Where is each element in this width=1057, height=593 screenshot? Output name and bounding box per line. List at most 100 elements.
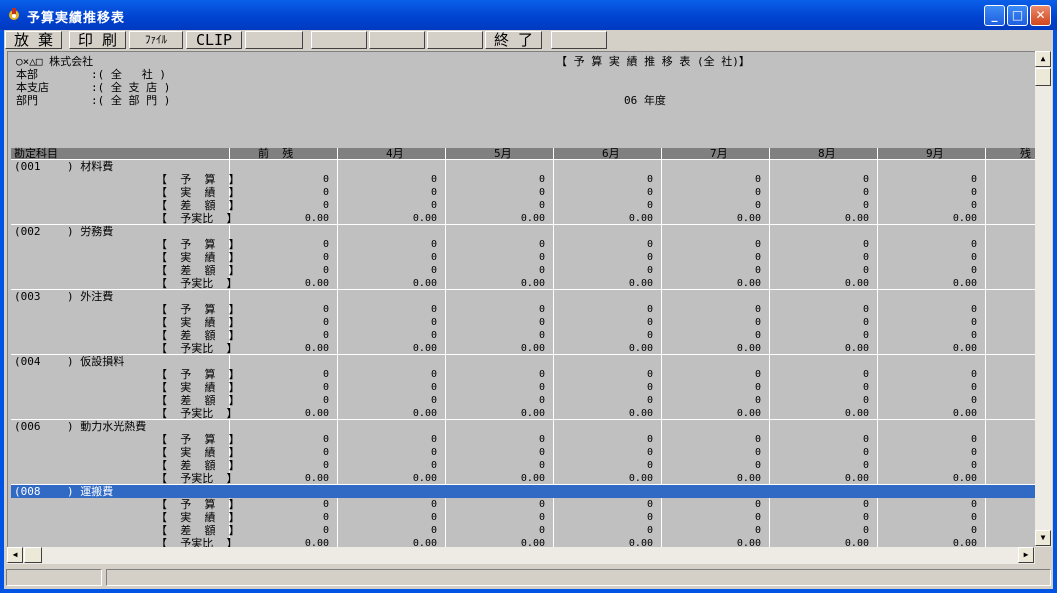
- table-cell: 0: [322, 499, 329, 510]
- table-cell: 0: [322, 434, 329, 445]
- account-row-2[interactable]: (003 ) 外注費: [14, 290, 113, 303]
- table-cell: 0: [538, 200, 545, 211]
- account-row-5[interactable]: (008 ) 運搬費: [14, 485, 113, 498]
- table-cell: 0: [970, 499, 977, 510]
- table-cell: 0: [862, 330, 869, 341]
- table-cell: 0: [646, 447, 653, 458]
- column-header-7: 9月: [926, 147, 944, 160]
- maximize-button[interactable]: □: [1007, 5, 1028, 26]
- row-divider: [11, 159, 1036, 160]
- table-cell: 0: [430, 460, 437, 471]
- minimize-icon: _: [991, 8, 998, 22]
- table-cell: 0: [862, 200, 869, 211]
- row-divider: [11, 484, 1036, 485]
- toolbar-empty-button-4[interactable]: [245, 31, 303, 49]
- table-cell: 0: [430, 252, 437, 263]
- table-cell: 0: [322, 395, 329, 406]
- table-cell: 0: [754, 330, 761, 341]
- table-cell: 0: [538, 317, 545, 328]
- row-divider: [11, 354, 1036, 355]
- toolbar-button-2[interactable]: ﾌｧｲﾙ: [129, 31, 183, 49]
- table-cell: 0: [970, 304, 977, 315]
- table-cell: 0: [970, 187, 977, 198]
- account-row-4[interactable]: (006 ) 動力水光熱費: [14, 420, 146, 433]
- table-cell: 0: [862, 382, 869, 393]
- column-header-0: 勘定科目: [14, 147, 58, 160]
- toolbar-button-0[interactable]: 放 棄: [5, 31, 62, 49]
- toolbar-empty-button-9[interactable]: [551, 31, 607, 49]
- column-header: 勘定科目 前 残 4月 5月 6月 7月 8月 9月 残: [11, 148, 1036, 159]
- column-header-1: 前 残: [258, 147, 294, 160]
- account-row-3[interactable]: (004 ) 仮設損料: [14, 355, 124, 368]
- close-icon: ✕: [1035, 8, 1046, 22]
- table-cell: 0: [538, 330, 545, 341]
- table-cell: 0: [322, 174, 329, 185]
- arrow-down-icon: ▼: [1040, 533, 1046, 542]
- account-row-0[interactable]: (001 ) 材料費: [14, 160, 113, 173]
- vscroll-thumb[interactable]: [1035, 68, 1051, 86]
- table-cell: 0: [862, 304, 869, 315]
- table-cell: 0: [646, 499, 653, 510]
- minimize-button[interactable]: _: [984, 5, 1005, 26]
- table-cell: 0: [538, 447, 545, 458]
- toolbar-button-1[interactable]: 印 刷: [69, 31, 126, 49]
- table-cell: 0: [862, 265, 869, 276]
- table-cell: 0: [646, 317, 653, 328]
- table-cell: 0: [646, 304, 653, 315]
- table-cell: 0: [538, 187, 545, 198]
- table-cell: 0: [538, 304, 545, 315]
- table-cell: 0: [646, 265, 653, 276]
- scroll-right-button[interactable]: ▶: [1018, 547, 1034, 563]
- account-row-1[interactable]: (002 ) 労務費: [14, 225, 113, 238]
- row-divider: [11, 419, 1036, 420]
- toolbar-empty-button-7[interactable]: [427, 31, 483, 49]
- horizontal-scrollbar[interactable]: ◀ ▶: [7, 547, 1035, 564]
- table-cell: 0: [322, 330, 329, 341]
- scroll-left-button[interactable]: ◀: [7, 547, 23, 563]
- scroll-down-button[interactable]: ▼: [1035, 530, 1051, 546]
- table-cell: 0: [754, 304, 761, 315]
- scroll-up-button[interactable]: ▲: [1035, 51, 1051, 67]
- table-cell: 0: [754, 187, 761, 198]
- table-cell: 0: [862, 369, 869, 380]
- vertical-scrollbar[interactable]: ▲ ▼: [1035, 51, 1052, 547]
- table-cell: 0: [970, 200, 977, 211]
- table-cell: 0: [322, 317, 329, 328]
- table-cell: 0: [970, 382, 977, 393]
- table-cell: 0: [646, 369, 653, 380]
- column-header-4: 6月: [602, 147, 620, 160]
- table-cell: 0: [754, 174, 761, 185]
- table-cell: 0: [538, 512, 545, 523]
- toolbar-empty-button-5[interactable]: [311, 31, 367, 49]
- report-view[interactable]: ○×△□ 株式会社 【 予 算 実 績 推 移 表 (全 社)】 本部 :( 全…: [7, 51, 1036, 548]
- report-title: 【 予 算 実 績 推 移 表 (全 社)】: [556, 55, 750, 68]
- table-cell: 0: [754, 434, 761, 445]
- table-cell: 0: [754, 499, 761, 510]
- toolbar-button-3[interactable]: CLIP: [186, 31, 242, 49]
- toolbar-empty-button-6[interactable]: [369, 31, 425, 49]
- title-bar[interactable]: 予算実績推移表 _ □ ✕: [0, 0, 1057, 30]
- app-icon: [9, 8, 19, 20]
- status-panel-1: [6, 569, 102, 586]
- table-cell: 0: [538, 525, 545, 536]
- toolbar-button-8[interactable]: 終 了: [485, 31, 542, 49]
- hscroll-thumb[interactable]: [24, 547, 42, 563]
- close-button[interactable]: ✕: [1030, 5, 1051, 26]
- table-cell: 0: [538, 382, 545, 393]
- table-cell: 0: [322, 460, 329, 471]
- table-cell: 0: [970, 239, 977, 250]
- table-cell: 0: [646, 525, 653, 536]
- table-cell: 0: [862, 187, 869, 198]
- table-cell: 0: [322, 369, 329, 380]
- table-cell: 0: [970, 460, 977, 471]
- table-cell: 0: [754, 447, 761, 458]
- table-cell: 0: [646, 174, 653, 185]
- table-cell: 0: [970, 512, 977, 523]
- table-cell: 0: [754, 265, 761, 276]
- client-area: 放 棄印 刷ﾌｧｲﾙ CLIP 終 了 ○×△□ 株式会社 【 予 算 実 績 推 …: [4, 30, 1053, 589]
- table-cell: 0: [646, 187, 653, 198]
- table-cell: 0: [970, 447, 977, 458]
- table-cell: 0: [862, 434, 869, 445]
- table-cell: 0: [862, 512, 869, 523]
- maximize-icon: □: [1011, 8, 1024, 22]
